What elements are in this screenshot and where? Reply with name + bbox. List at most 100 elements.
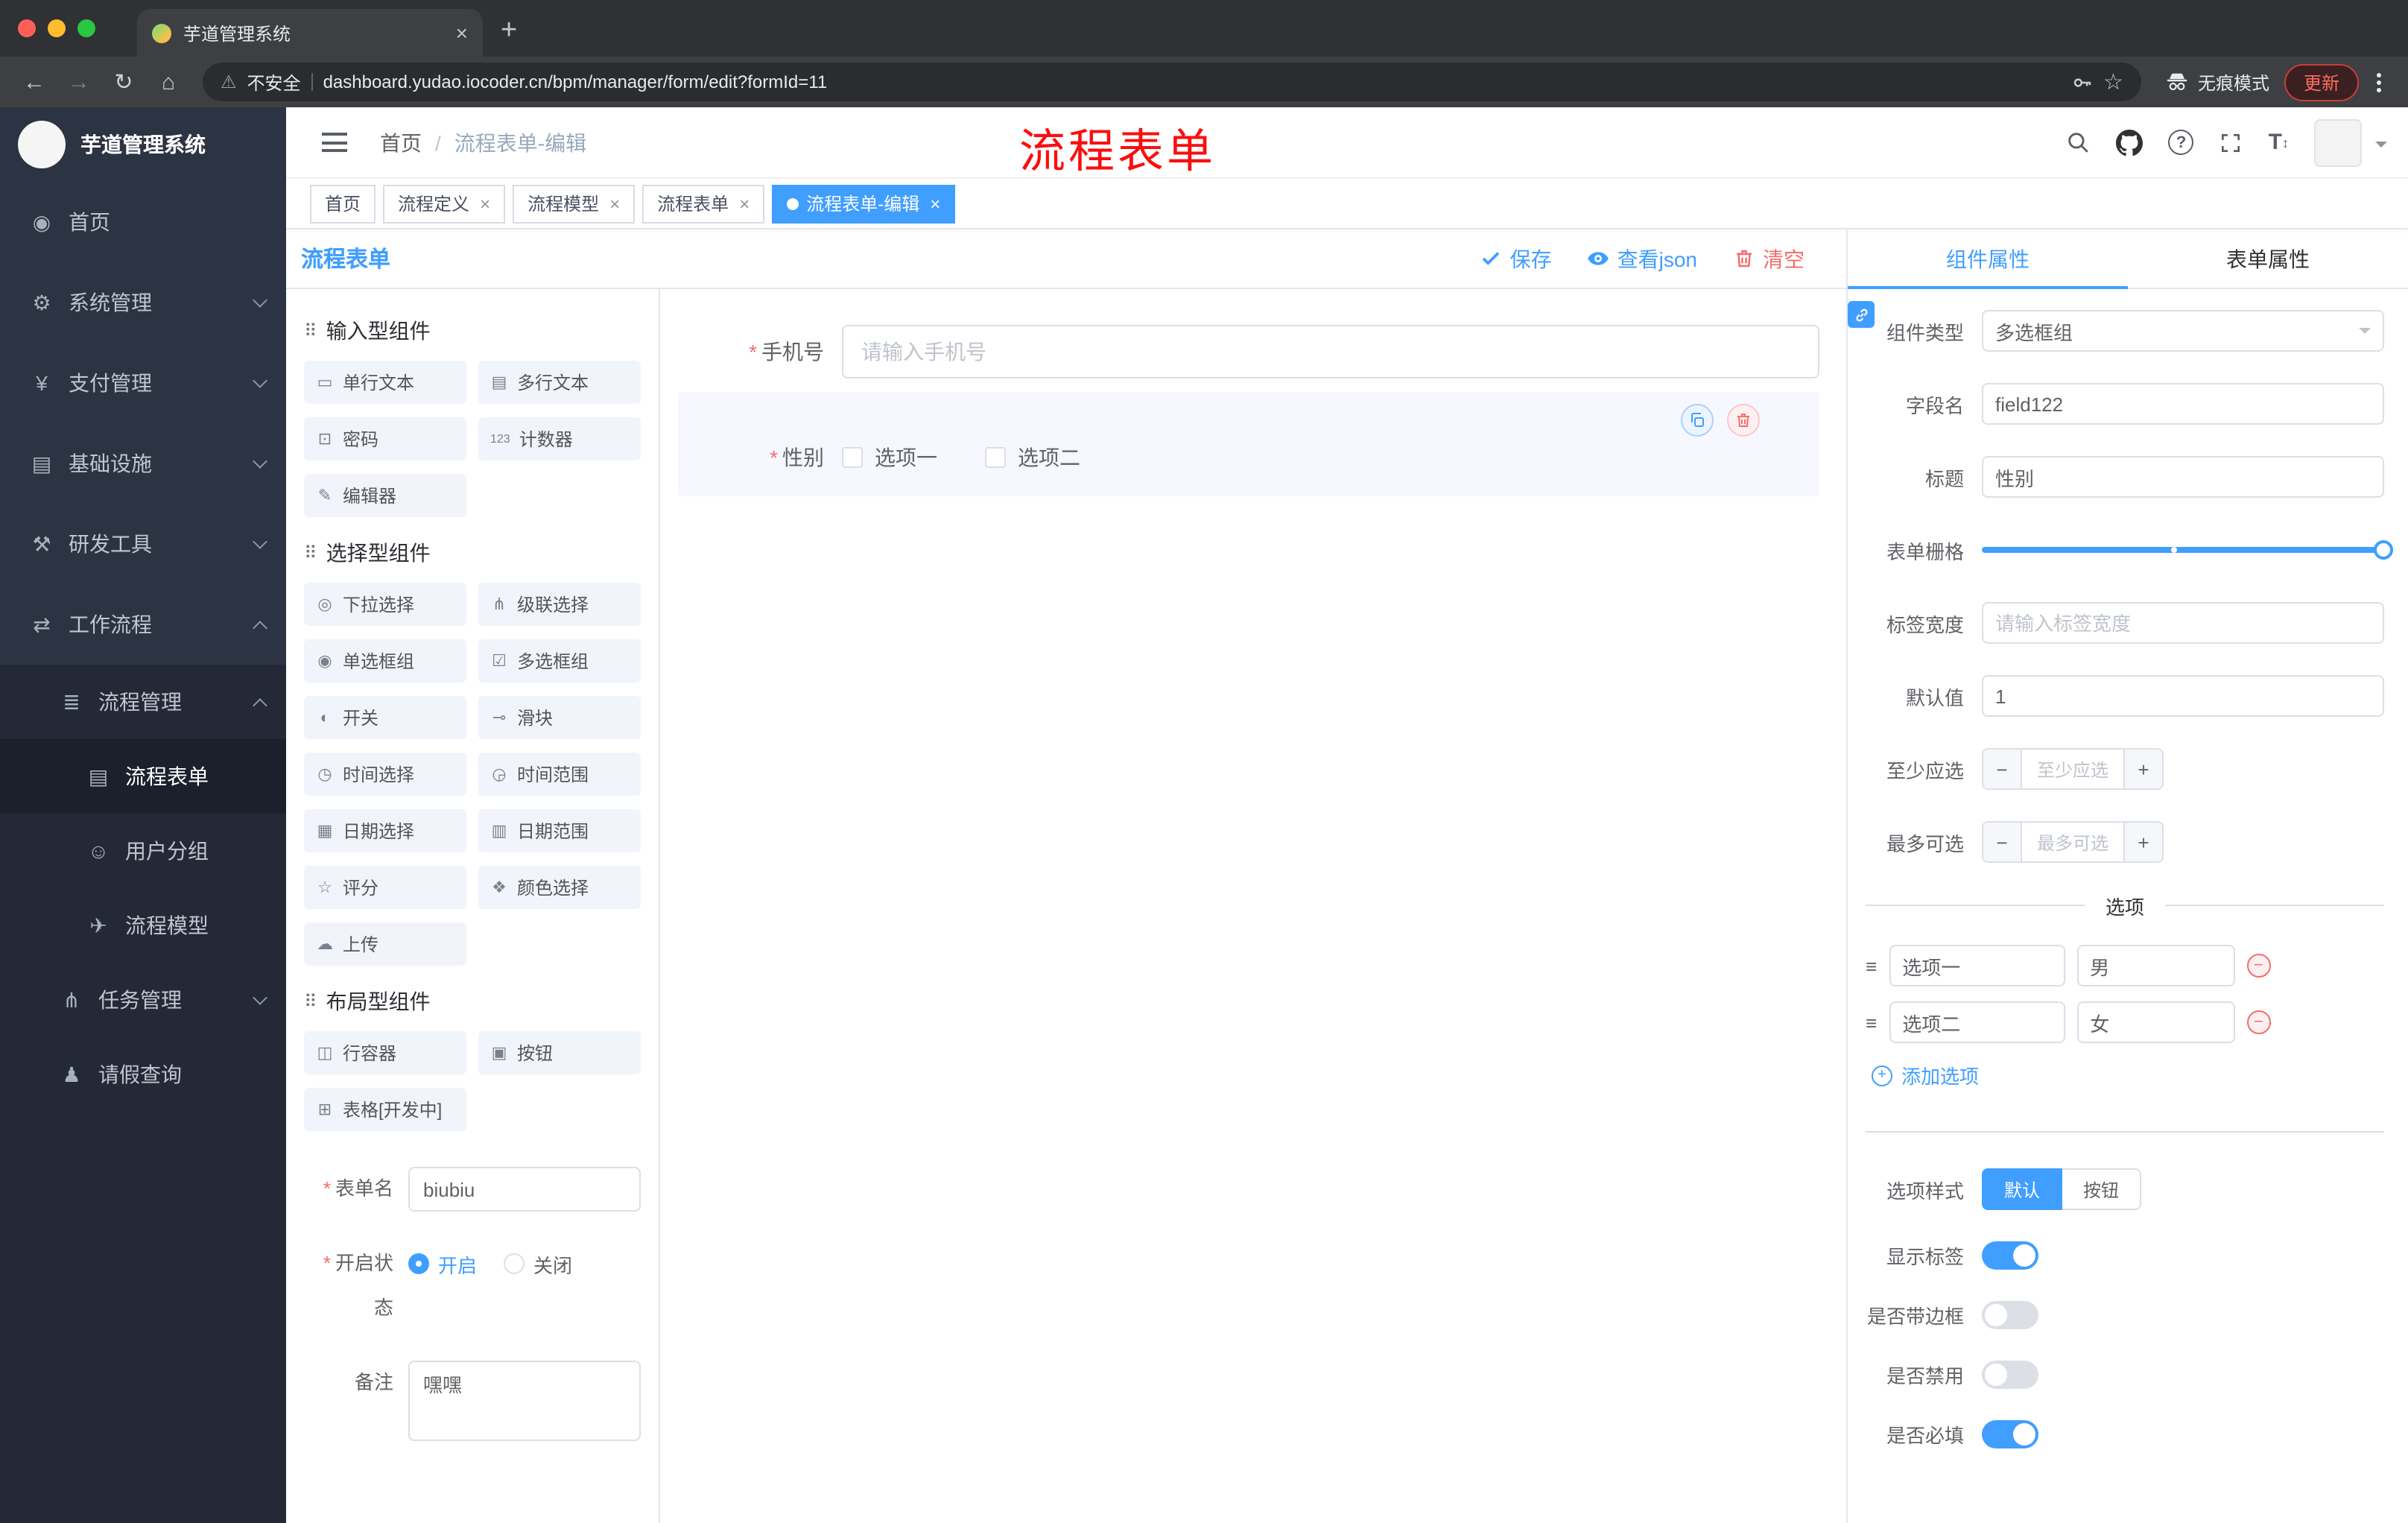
palette-item-color-picker[interactable]: ❖ 颜色选择 (478, 866, 641, 909)
caret-down-icon[interactable] (2375, 141, 2387, 153)
avatar[interactable] (2314, 118, 2362, 166)
slider-track[interactable] (1982, 540, 2393, 560)
palette-item-single-text[interactable]: ▭ 单行文本 (304, 361, 466, 404)
address-bar[interactable]: ⚠ 不安全 dashboard.yudao.iocoder.cn/bpm/man… (203, 63, 2141, 101)
password-key-icon[interactable] (2070, 71, 2093, 93)
component-type-select[interactable]: 多选框组 (1982, 310, 2384, 352)
sidebar-item-process-manage[interactable]: ≣ 流程管理 (0, 665, 286, 739)
security-warning-icon[interactable]: ⚠ (221, 72, 237, 92)
close-icon[interactable]: × (480, 193, 490, 214)
update-button[interactable]: 更新 (2284, 63, 2359, 101)
close-icon[interactable]: × (930, 193, 940, 214)
browser-tab[interactable]: 芋道管理系统 × (137, 9, 483, 57)
collapse-menu-icon[interactable] (322, 133, 347, 152)
new-tab-button[interactable]: + (483, 15, 535, 57)
plus-button[interactable]: + (2123, 823, 2162, 861)
save-button[interactable]: 保存 (1480, 244, 1552, 273)
option-label-input[interactable] (1889, 945, 2065, 987)
remove-option-button[interactable]: − (2246, 1010, 2271, 1034)
minimize-window-button[interactable] (48, 19, 66, 37)
sidebar-item-leave-query[interactable]: ♟ 请假查询 (0, 1037, 286, 1112)
palette-item-date-picker[interactable]: ▦ 日期选择 (304, 809, 466, 852)
style-button-button[interactable]: 按钮 (2062, 1168, 2142, 1210)
label-width-input[interactable] (1982, 602, 2384, 644)
disabled-toggle[interactable] (1982, 1361, 2038, 1389)
sidebar-item-devtools[interactable]: ⚒ 研发工具 (0, 504, 286, 584)
option-value-input[interactable] (2076, 945, 2235, 987)
drag-handle-icon[interactable]: ≡ (1866, 1011, 1877, 1033)
slider-handle[interactable] (2374, 540, 2393, 560)
sidebar-item-system[interactable]: ⚙ 系统管理 (0, 262, 286, 343)
home-icon[interactable]: ⌂ (149, 69, 188, 95)
palette-item-rate[interactable]: ☆ 评分 (304, 866, 466, 909)
sidebar-item-workflow[interactable]: ⇄ 工作流程 (0, 584, 286, 665)
checkbox-option-2[interactable]: 选项二 (985, 443, 1080, 472)
bookmark-star-icon[interactable]: ☆ (2103, 69, 2123, 95)
reload-icon[interactable]: ↻ (104, 69, 143, 95)
browser-menu-icon[interactable] (2365, 72, 2393, 92)
palette-item-multi-text[interactable]: ▤ 多行文本 (478, 361, 641, 404)
radio-off[interactable]: 关闭 (504, 1250, 572, 1278)
palette-item-select[interactable]: ◎ 下拉选择 (304, 583, 466, 626)
sidebar-item-payment[interactable]: ¥ 支付管理 (0, 343, 286, 423)
phone-input[interactable] (842, 325, 1819, 379)
field-name-input[interactable] (1982, 383, 2384, 425)
delete-component-button[interactable] (1727, 404, 1760, 437)
palette-item-counter[interactable]: 123 计数器 (478, 417, 641, 460)
palette-item-table[interactable]: ⊞ 表格[开发中] (304, 1088, 466, 1131)
back-icon[interactable]: ← (15, 69, 54, 95)
canvas-field-phone[interactable]: 手机号 (678, 325, 1819, 379)
form-remark-textarea[interactable]: 嘿嘿 (408, 1361, 641, 1441)
fullscreen-icon[interactable] (2220, 130, 2243, 154)
form-grid-slider[interactable] (1982, 529, 2393, 571)
zoom-window-button[interactable] (77, 19, 95, 37)
radio-on[interactable]: 开启 (408, 1250, 477, 1278)
search-icon[interactable] (2066, 130, 2091, 155)
option-label-input[interactable] (1889, 1001, 2065, 1043)
tab-component-props[interactable]: 组件属性 (1848, 229, 2128, 289)
close-icon[interactable]: × (609, 193, 620, 214)
palette-item-date-range[interactable]: ▥ 日期范围 (478, 809, 641, 852)
tab-form-props[interactable]: 表单属性 (2128, 229, 2408, 288)
required-toggle[interactable] (1982, 1420, 2038, 1448)
canvas-field-gender-selected[interactable]: 性别 选项一 选项二 (678, 392, 1819, 496)
remove-option-button[interactable]: − (2246, 954, 2271, 978)
palette-item-slider[interactable]: ⊸ 滑块 (478, 696, 641, 739)
github-icon[interactable] (2116, 129, 2144, 156)
palette-item-time-range[interactable]: ◶ 时间范围 (478, 753, 641, 796)
sidebar-item-user-group[interactable]: ☺ 用户分组 (0, 814, 286, 888)
copy-component-button[interactable] (1681, 404, 1714, 437)
sidebar-item-process-form[interactable]: ▤ 流程表单 (0, 739, 286, 814)
palette-item-time-picker[interactable]: ◷ 时间选择 (304, 753, 466, 796)
minus-button[interactable]: − (1983, 823, 2022, 861)
breadcrumb-home[interactable]: 首页 (380, 127, 422, 157)
border-toggle[interactable] (1982, 1301, 2038, 1329)
style-default-button[interactable]: 默认 (1982, 1168, 2063, 1210)
drag-handle-icon[interactable]: ≡ (1866, 954, 1877, 977)
form-name-input[interactable] (408, 1167, 641, 1212)
option-value-input[interactable] (2076, 1001, 2235, 1043)
title-input[interactable] (1982, 456, 2384, 498)
palette-item-row-container[interactable]: ◫ 行容器 (304, 1031, 466, 1074)
default-value-input[interactable] (1982, 675, 2384, 717)
tag-home[interactable]: 首页 (310, 184, 376, 223)
checkbox-option-1[interactable]: 选项一 (842, 443, 937, 472)
checkbox-icon[interactable] (842, 447, 863, 468)
sidebar-item-home[interactable]: ◉ 首页 (0, 182, 286, 262)
sidebar-logo[interactable]: 芋道管理系统 (0, 107, 286, 182)
tag-process-model[interactable]: 流程模型 × (513, 184, 636, 223)
forward-icon[interactable]: → (60, 69, 98, 95)
sidebar-item-process-model[interactable]: ✈ 流程模型 (0, 888, 286, 963)
tag-process-definition[interactable]: 流程定义 × (383, 184, 506, 223)
font-size-icon[interactable]: T ↕ (2269, 130, 2289, 155)
checkbox-icon[interactable] (985, 447, 1006, 468)
palette-item-checkbox-group[interactable]: ☑ 多选框组 (478, 639, 641, 683)
minus-button[interactable]: − (1983, 750, 2022, 788)
sidebar-item-task-manage[interactable]: ⋔ 任务管理 (0, 963, 286, 1037)
palette-item-button[interactable]: ▣ 按钮 (478, 1031, 641, 1074)
clear-button[interactable]: 清空 (1733, 244, 1805, 273)
help-icon[interactable]: ? (2168, 130, 2194, 155)
view-json-button[interactable]: 查看json (1588, 244, 1697, 273)
plus-button[interactable]: + (2123, 750, 2162, 788)
stepper-placeholder[interactable]: 最多可选 (2022, 823, 2123, 861)
